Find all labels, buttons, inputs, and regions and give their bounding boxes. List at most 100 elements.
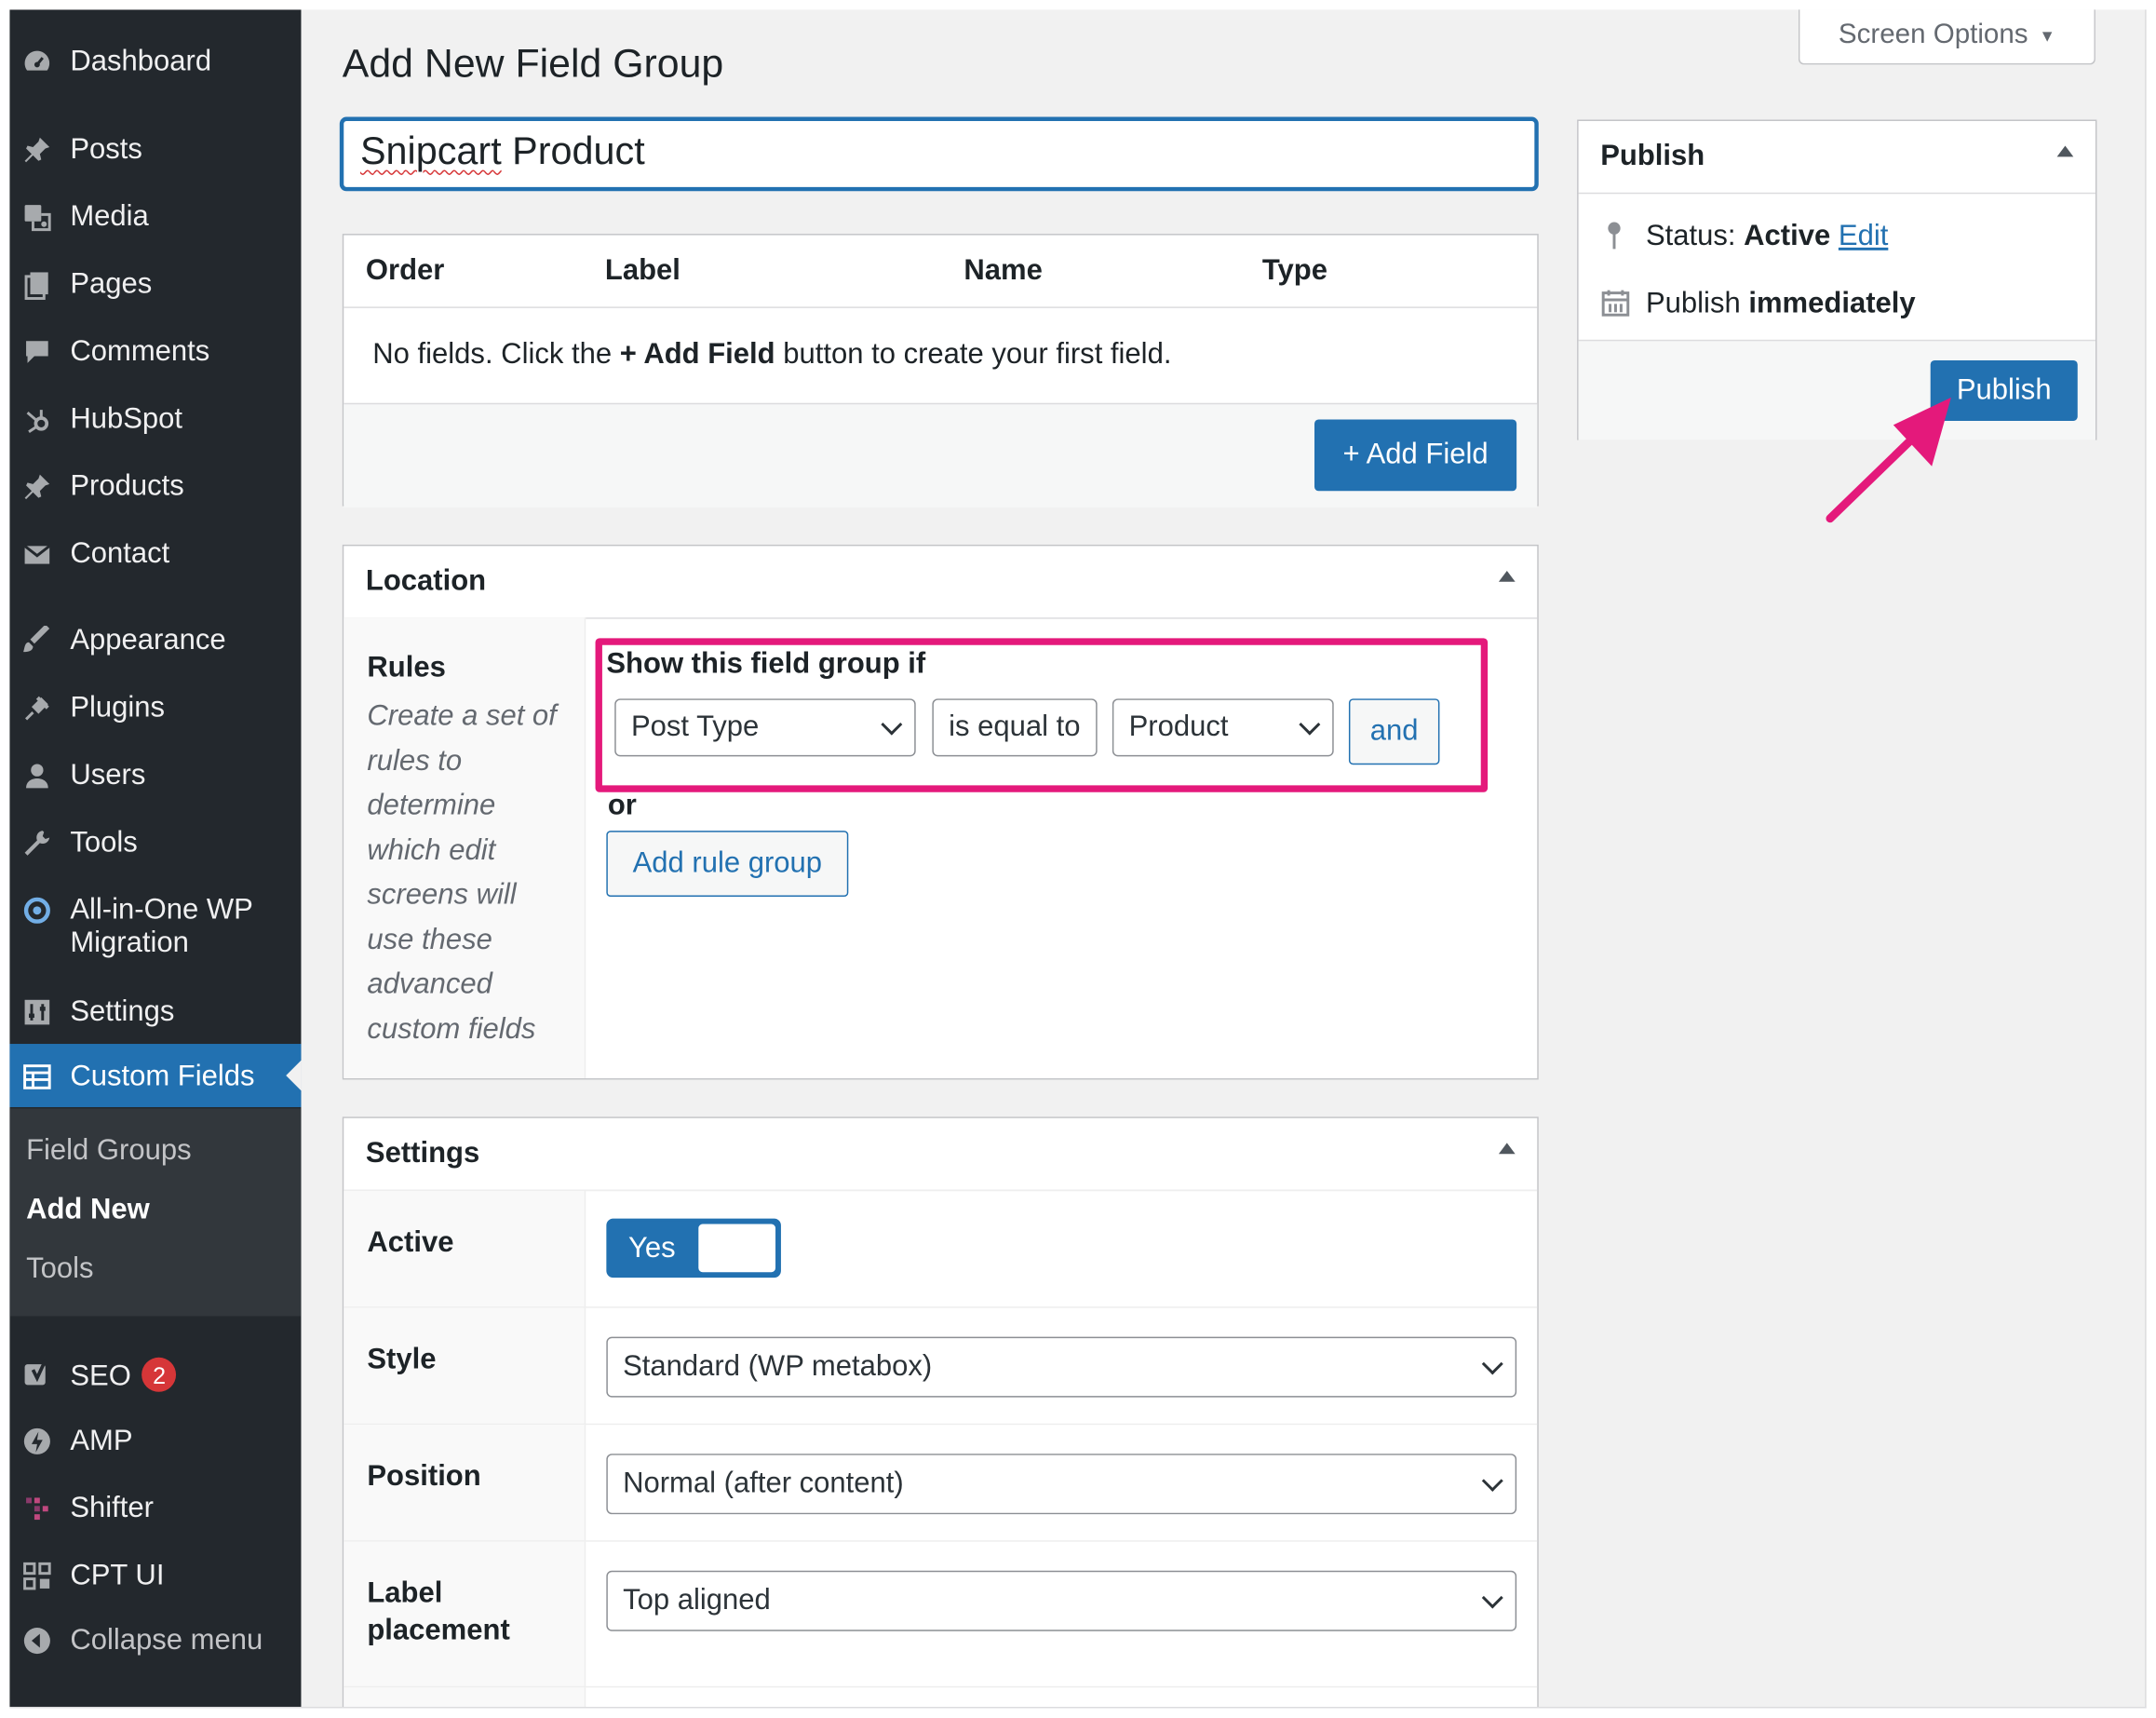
sidebar-item-label: Contact [70,537,170,570]
cpt-ui-icon [22,1561,52,1590]
sidebar-item-all-in-one-wp-migration[interactable]: All-in-One WP Migration [9,877,301,960]
plugins-icon [22,693,52,723]
appearance-icon [22,626,52,656]
sidebar-item-label: Comments [70,335,210,368]
setting-row-position: Position Normal (after content) [344,1423,1538,1542]
active-toggle-switch[interactable]: Yes [606,1218,781,1278]
setting-row-style: Style Standard (WP metabox) [344,1306,1538,1426]
screen-options-label: Screen Options [1838,19,2028,50]
arrow-annotation [1826,397,1951,523]
status-value: Active [1744,220,1831,252]
setting-label-cell [344,1687,586,1707]
sidebar-item-contact[interactable]: Contact [9,521,301,585]
sidebar-item-seo[interactable]: SEO 2 [9,1341,301,1404]
sidebar-item-label: HubSpot [70,402,183,435]
sidebar-item-settings[interactable]: Settings [9,980,301,1043]
setting-label-cell: Position [344,1425,586,1542]
field-group-title-input[interactable]: Snipcart Product [341,118,1538,190]
chevron-down-icon [1481,1353,1503,1375]
position-select[interactable]: Normal (after content) [606,1454,1517,1515]
sidebar-item-label: Tools [70,826,138,859]
sidebar-item-label: Posts [70,133,142,166]
submenu-item-add-new[interactable]: Add New [26,1194,150,1226]
location-box: Location Rules Create a set of rules to … [342,544,1539,1080]
sidebar-item-label: Media [70,200,149,233]
active-label: Active [367,1226,454,1259]
label-placement-select[interactable]: Top aligned [606,1570,1517,1631]
rules-label: Rules [367,652,446,684]
status-label: Status: [1645,220,1736,252]
settings-header[interactable]: Settings [344,1118,1538,1192]
sidebar-item-appearance[interactable]: Appearance [9,608,301,671]
submenu-item-field-groups[interactable]: Field Groups [26,1135,192,1168]
label-placement-label: Label placement [367,1577,510,1646]
sidebar-item-label: Settings [70,995,175,1028]
column-label: Label [604,254,680,287]
publish-status: Status: Active Edit [1646,220,1888,252]
publish-title: Publish [1600,140,1705,172]
fields-table-header: Order Label Name Type [344,236,1538,308]
amp-icon [22,1427,52,1456]
chevron-down-icon [1481,1469,1503,1492]
position-value: Normal (after content) [623,1467,904,1499]
sidebar-item-plugins[interactable]: Plugins [9,675,301,738]
sidebar-item-label: Shifter [70,1492,154,1524]
calendar-icon [1600,288,1630,325]
title-word-rest: Product [501,129,645,172]
status-edit-link[interactable]: Edit [1839,220,1888,251]
sidebar-item-products[interactable]: Products [9,453,301,517]
sidebar-item-hubspot[interactable]: HubSpot [9,386,301,450]
style-select[interactable]: Standard (WP metabox) [606,1336,1517,1398]
toggle-arrow-icon[interactable] [1498,570,1516,582]
sidebar-item-label: Pages [70,268,153,300]
sidebar-item-comments[interactable]: Comments [9,319,301,383]
submenu-item-tools[interactable]: Tools [26,1253,93,1286]
sidebar-item-shifter[interactable]: Shifter [9,1476,301,1539]
publish-time-value: immediately [1748,287,1916,319]
toggle-arrow-icon[interactable] [2056,145,2074,157]
column-name: Name [963,254,1043,287]
collapse-menu-button[interactable]: Collapse menu [9,1608,301,1671]
publish-header[interactable]: Publish [1578,121,2095,195]
add-rule-group-button[interactable]: Add rule group [606,831,849,898]
sidebar-item-label: Custom Fields [70,1060,255,1092]
location-header[interactable]: Location [344,546,1538,619]
style-label: Style [367,1344,437,1375]
products-icon [22,472,52,502]
sidebar-item-cpt-ui[interactable]: CPT UI [9,1543,301,1606]
settings-icon [22,997,52,1027]
or-label: or [607,789,637,821]
sidebar-item-label: All-in-One WP Migration [70,894,253,959]
setting-row-label-placement: Label placement Top aligned [344,1540,1538,1688]
sidebar-item-posts[interactable]: Posts [9,117,301,181]
setting-label-cell: Active [344,1191,586,1308]
collapse-icon [22,1626,52,1656]
sidebar-item-seo-label: SEO 2 [70,1357,177,1393]
sidebar-item-pages[interactable]: Pages [9,251,301,315]
rules-label-column: Rules Create a set of rules to determine… [344,617,586,1078]
rules-description: Create a set of rules to determine which… [367,699,557,1045]
location-title: Location [365,565,487,598]
screen-options-button[interactable]: Screen Options ▼ [1798,9,2095,65]
sidebar-item-media[interactable]: Media [9,184,301,248]
publish-time-label: Publish [1645,287,1741,319]
style-value: Standard (WP metabox) [623,1350,933,1383]
sidebar-item-label: AMP [70,1425,133,1457]
sidebar-item-users[interactable]: Users [9,743,301,806]
toggle-arrow-icon[interactable] [1498,1143,1516,1155]
setting-row-active: Active Yes [344,1189,1538,1308]
sidebar-item-label: CPT UI [70,1559,165,1591]
admin-sidebar: Dashboard Posts Media Pages Comments Hub… [9,9,302,1707]
setting-row-next [344,1685,1538,1707]
label-placement-value: Top aligned [623,1584,771,1617]
sidebar-item-tools[interactable]: Tools [9,810,301,873]
sidebar-item-amp[interactable]: AMP [9,1408,301,1471]
hubspot-icon [22,404,52,434]
pin-icon [1600,220,1628,257]
add-field-button[interactable]: + Add Field [1314,419,1517,492]
fields-footer: + Add Field [344,402,1538,508]
sidebar-item-dashboard[interactable]: Dashboard [9,29,301,92]
sidebar-item-label: Collapse menu [70,1624,263,1657]
fields-box: Order Label Name Type No fields. Click t… [342,234,1539,508]
sidebar-item-custom-fields[interactable]: Custom Fields [9,1044,302,1107]
